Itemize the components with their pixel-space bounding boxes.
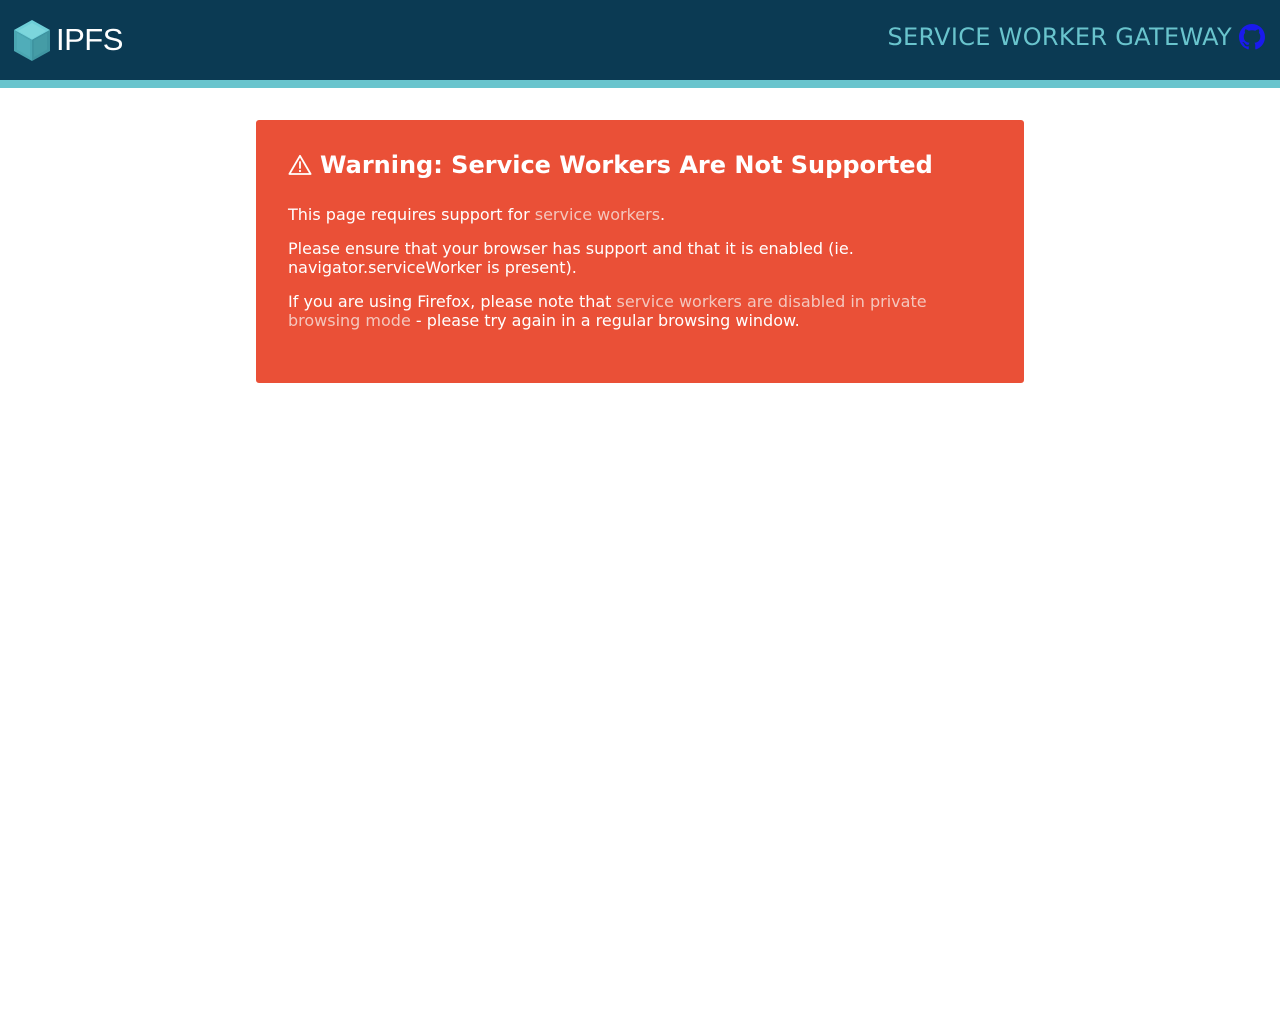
service-workers-link[interactable]: service workers	[535, 205, 660, 224]
firefox-paragraph: If you are using Firefox, please note th…	[288, 292, 992, 330]
firefox-note-text: If you are using Firefox, please note th…	[288, 292, 617, 311]
top-header: IPFS SERVICE WORKER GATEWAY	[0, 0, 1280, 80]
warning-title-text: Warning: Service Workers Are Not Support…	[320, 151, 933, 179]
warning-title: Warning: Service Workers Are Not Support…	[288, 148, 992, 182]
gateway-title: SERVICE WORKER GATEWAY	[887, 23, 1232, 51]
firefox-note-end: - please try again in a regular browsing…	[410, 311, 800, 330]
warning-triangle-icon	[288, 154, 312, 175]
browser-support-paragraph: Please ensure that your browser has supp…	[288, 239, 854, 277]
requirement-paragraph: This page requires support for service w…	[288, 205, 992, 224]
ipfs-logo-link[interactable]: IPFS	[13, 18, 123, 62]
warning-card: Warning: Service Workers Are Not Support…	[256, 120, 1024, 383]
github-icon	[1239, 24, 1265, 50]
header-accent-stripe	[0, 80, 1280, 88]
logo-text: IPFS	[56, 22, 123, 57]
github-link[interactable]	[1239, 24, 1265, 50]
ipfs-cube-icon	[14, 19, 50, 61]
requirement-text: This page requires support for	[288, 205, 535, 224]
requirement-end: .	[660, 205, 666, 224]
